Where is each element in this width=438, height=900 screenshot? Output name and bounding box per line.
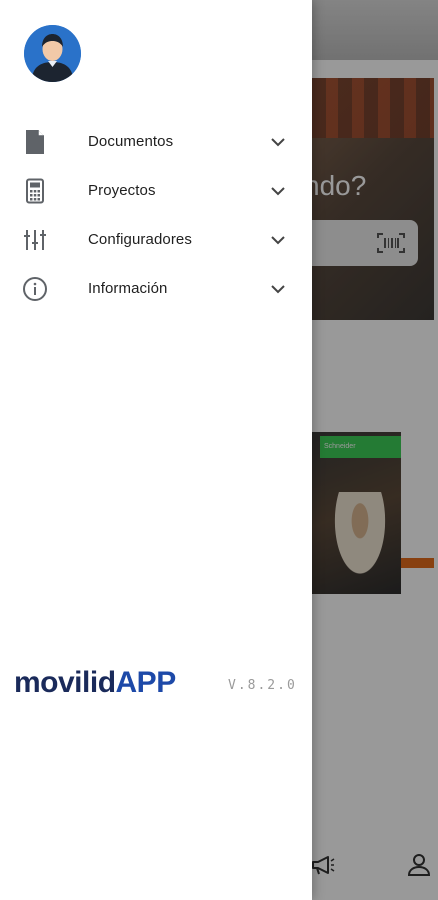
chevron-down-icon[interactable] [268,132,288,152]
avatar-icon [24,25,81,82]
navigation-drawer: Documentos Proyectos Configuradores Info… [0,0,312,900]
user-avatar[interactable] [24,25,81,82]
menu-item-label: Documentos [88,133,174,150]
menu-item-label: Proyectos [88,182,156,199]
chevron-down-icon[interactable] [268,181,288,201]
calculator-icon [22,178,48,204]
drawer-menu: Documentos Proyectos Configuradores Info… [0,117,312,313]
menu-item-documentos[interactable]: Documentos [0,117,312,166]
menu-item-label: Configuradores [88,231,192,248]
menu-item-informacion[interactable]: Información [0,264,312,313]
menu-item-proyectos[interactable]: Proyectos [0,166,312,215]
info-icon [22,276,48,302]
app-logo: movilidAPP [14,666,176,700]
chevron-down-icon[interactable] [268,230,288,250]
app-logo-part2: APP [115,666,177,699]
chevron-down-icon[interactable] [268,279,288,299]
app-logo-part1: movilid [14,666,116,699]
sliders-icon [22,227,48,253]
app-version: V.8.2.0 [228,678,297,693]
menu-item-configuradores[interactable]: Configuradores [0,215,312,264]
document-icon [22,129,48,155]
menu-item-label: Información [88,280,168,297]
